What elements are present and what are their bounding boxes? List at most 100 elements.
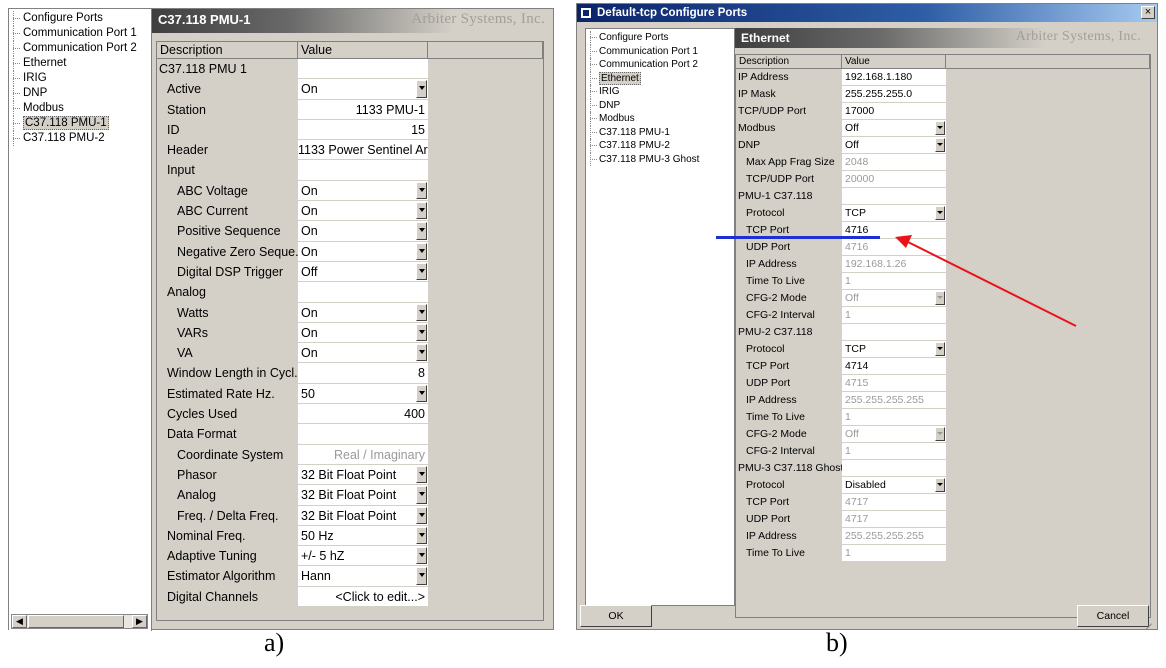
property-row[interactable]: Phasor 32 Bit Float Point	[157, 464, 543, 486]
property-row[interactable]: Protocol Disabled	[736, 477, 1150, 494]
dropdown-arrow-icon[interactable]	[416, 303, 427, 321]
property-row[interactable]: C37.118 PMU 1	[157, 59, 543, 80]
property-row[interactable]: CFG-2 Interval 1	[736, 443, 1150, 460]
property-value[interactable]: 255.255.255.255	[842, 528, 946, 545]
property-dropdown[interactable]: On	[298, 221, 428, 242]
a-tree-item[interactable]: Configure Ports	[9, 11, 151, 26]
property-row[interactable]: Window Length in Cycl... 8	[157, 363, 543, 384]
b-tree-item[interactable]: Ethernet	[586, 71, 734, 86]
property-row[interactable]: ABC Voltage On	[157, 180, 543, 202]
property-row[interactable]: CFG-2 Interval 1	[736, 307, 1150, 324]
property-dropdown[interactable]: Off	[842, 290, 946, 307]
property-dropdown[interactable]: Off	[842, 426, 946, 443]
property-value[interactable]: 1	[842, 273, 946, 290]
cancel-button[interactable]: Cancel	[1077, 605, 1149, 627]
property-row[interactable]: UDP Port 4717	[736, 511, 1150, 528]
property-row[interactable]: Time To Live 1	[736, 409, 1150, 426]
property-row[interactable]: VARs On	[157, 322, 543, 344]
property-value[interactable]: 1	[842, 307, 946, 324]
property-value[interactable]: 17000	[842, 103, 946, 120]
property-row[interactable]: Protocol TCP	[736, 205, 1150, 222]
property-dropdown[interactable]: Hann	[298, 566, 428, 587]
property-row[interactable]: IP Address 255.255.255.255	[736, 528, 1150, 545]
scroll-left-arrow-icon[interactable]: ◀	[12, 615, 27, 628]
property-value[interactable]: 15	[298, 119, 428, 141]
property-row[interactable]: Header 1133 Power Sentinel Ar...	[157, 140, 543, 161]
close-icon[interactable]: ×	[1141, 6, 1155, 19]
property-row[interactable]: Estimator Algorithm Hann	[157, 566, 543, 587]
property-value[interactable]: Real / Imaginary	[298, 444, 428, 465]
property-dropdown[interactable]: 32 Bit Float Point	[298, 485, 428, 506]
dropdown-arrow-icon[interactable]	[416, 506, 427, 524]
a-tree-item[interactable]: Communication Port 1	[9, 26, 151, 41]
property-row[interactable]: Watts On	[157, 302, 543, 323]
property-dropdown[interactable]: 32 Bit Float Point	[298, 464, 428, 486]
property-row[interactable]: PMU-1 C37.118	[736, 188, 1150, 205]
property-value[interactable]: 255.255.255.255	[842, 392, 946, 409]
property-dropdown[interactable]: TCP	[842, 205, 946, 222]
dropdown-arrow-icon[interactable]	[416, 202, 427, 220]
dropdown-arrow-icon[interactable]	[935, 138, 945, 152]
horizontal-scrollbar[interactable]: ◀ ▶	[11, 614, 148, 629]
dropdown-arrow-icon[interactable]	[416, 384, 427, 403]
property-dropdown[interactable]: 50	[298, 383, 428, 405]
property-row[interactable]: IP Address 192.168.1.26	[736, 256, 1150, 273]
property-row[interactable]: VA On	[157, 343, 543, 364]
b-tree-item[interactable]: Modbus	[586, 112, 734, 126]
dropdown-arrow-icon[interactable]	[416, 486, 427, 504]
property-dropdown[interactable]: On	[298, 302, 428, 323]
property-row[interactable]: Active On	[157, 79, 543, 100]
scroll-thumb[interactable]	[28, 615, 124, 628]
property-row[interactable]: Analog 32 Bit Float Point	[157, 485, 543, 506]
title-bar[interactable]: Default-tcp Configure Ports ×	[577, 4, 1157, 22]
a-tree-item[interactable]: Modbus	[9, 101, 151, 116]
property-value[interactable]: 1	[842, 545, 946, 562]
property-dropdown[interactable]: On	[298, 79, 428, 100]
b-tree-item[interactable]: IRIG	[586, 85, 734, 99]
property-value[interactable]: 192.168.1.180	[842, 69, 946, 86]
property-row[interactable]: Freq. / Delta Freq. 32 Bit Float Point	[157, 505, 543, 526]
b-tree-item[interactable]: Configure Ports	[586, 31, 734, 45]
b-tree-item[interactable]: C37.118 PMU-3 Ghost	[586, 152, 734, 167]
property-value[interactable]: <Click to edit...>	[298, 586, 428, 608]
property-value[interactable]: 2048	[842, 154, 946, 171]
property-dropdown[interactable]: 50 Hz	[298, 525, 428, 547]
property-row[interactable]: Time To Live 1	[736, 273, 1150, 290]
property-value[interactable]: 4716	[842, 239, 946, 256]
property-value[interactable]: 1	[842, 443, 946, 460]
dropdown-arrow-icon[interactable]	[416, 547, 427, 565]
property-value[interactable]: 20000	[842, 171, 946, 188]
a-tree-item[interactable]: DNP	[9, 86, 151, 101]
dropdown-arrow-icon[interactable]	[416, 526, 427, 545]
a-tree-item[interactable]: C37.118 PMU-2	[9, 131, 151, 146]
property-row[interactable]: DNP Off	[736, 137, 1150, 154]
dropdown-arrow-icon[interactable]	[416, 465, 427, 484]
dropdown-arrow-icon[interactable]	[935, 206, 945, 220]
property-row[interactable]: CFG-2 Mode Off	[736, 290, 1150, 307]
dropdown-arrow-icon[interactable]	[935, 121, 945, 135]
property-row[interactable]: PMU-3 C37.118 Ghost	[736, 460, 1150, 477]
scroll-right-arrow-icon[interactable]: ▶	[132, 615, 147, 628]
property-row[interactable]: TCP/UDP Port 20000	[736, 171, 1150, 188]
dropdown-arrow-icon[interactable]	[416, 80, 427, 98]
property-dropdown[interactable]: Disabled	[842, 477, 946, 494]
property-value[interactable]: 4714	[842, 358, 946, 375]
property-row[interactable]: UDP Port 4716	[736, 239, 1150, 256]
property-row[interactable]: Max App Frag Size 2048	[736, 154, 1150, 171]
property-row[interactable]: IP Mask 255.255.255.0	[736, 86, 1150, 103]
property-row[interactable]: Negative Zero Seque... On	[157, 241, 543, 262]
property-row[interactable]: IP Address 192.168.1.180	[736, 69, 1150, 86]
dropdown-arrow-icon[interactable]	[416, 242, 427, 260]
property-row[interactable]: Digital Channels <Click to edit...>	[157, 586, 543, 608]
property-row[interactable]: TCP/UDP Port 17000	[736, 103, 1150, 120]
property-row[interactable]: TCP Port 4717	[736, 494, 1150, 511]
dropdown-arrow-icon[interactable]	[416, 262, 427, 281]
property-dropdown[interactable]: On	[298, 241, 428, 262]
property-dropdown[interactable]: Off	[842, 137, 946, 154]
a-tree-item[interactable]: Communication Port 2	[9, 41, 151, 56]
property-value[interactable]: 1	[842, 409, 946, 426]
tree-view-b[interactable]: Configure Ports Communication Port 1 Commu…	[585, 28, 735, 606]
property-row[interactable]: ID 15	[157, 119, 543, 141]
property-row[interactable]: ABC Current On	[157, 201, 543, 222]
property-row[interactable]: IP Address 255.255.255.255	[736, 392, 1150, 409]
